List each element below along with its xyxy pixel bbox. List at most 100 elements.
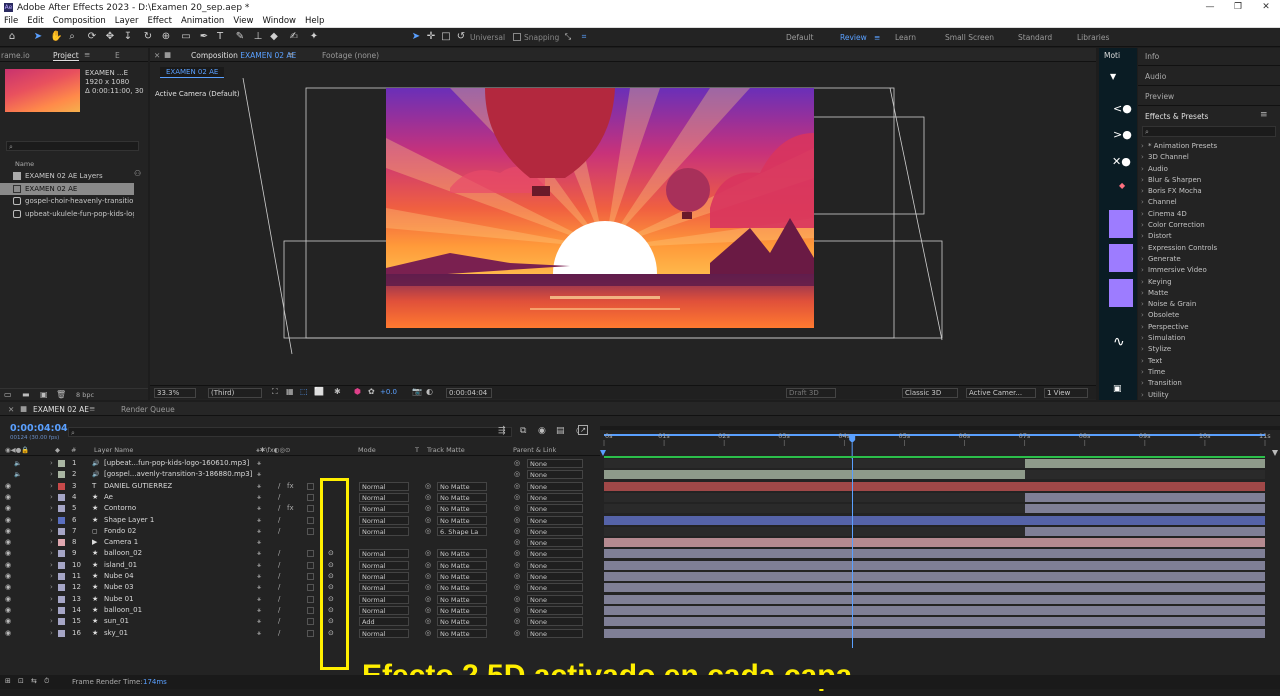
label-color-swatch[interactable] <box>58 471 65 479</box>
layer-row[interactable]: ◉ › 10 ★ island_01 ⚹ / ⊙ Normal ◎ No Matte ◎ None <box>0 560 600 571</box>
views-layout-dropdown[interactable]: 1 View <box>1044 388 1088 398</box>
shy-switch-icon[interactable]: ⚹ <box>257 628 261 639</box>
layer-duration-bar[interactable] <box>604 481 1265 491</box>
layer-row[interactable]: ◉ › 9 ★ balloon_02 ⚹ / ⊙ Normal ◎ No Matte ◎ None <box>0 548 600 559</box>
parent-dropdown[interactable]: None <box>527 504 583 514</box>
parent-pickwhip-icon[interactable]: ◎ <box>514 526 520 537</box>
shy-switch-icon[interactable]: ⚹ <box>257 571 261 582</box>
visibility-eye-icon[interactable]: ◉ <box>5 537 11 548</box>
label-color-swatch[interactable] <box>58 482 65 490</box>
playhead-handle[interactable] <box>849 436 856 443</box>
shy-switch-icon[interactable]: ⚹ <box>257 548 261 559</box>
label-color-swatch[interactable] <box>58 629 65 637</box>
roto-brush-tool-icon[interactable]: ✍ <box>288 31 300 43</box>
effect-category-item[interactable]: * Animation Presets <box>1138 141 1280 153</box>
layer-name-label[interactable]: Nube 01 <box>104 594 134 605</box>
track-matte-pickwhip-icon[interactable]: ◎ <box>425 492 431 503</box>
quality-switch-icon[interactable]: / <box>278 526 280 537</box>
composition-mini-flowchart-icon[interactable]: ⇶ <box>498 426 506 436</box>
workspace-standard[interactable]: Standard <box>1018 33 1052 42</box>
label-color-swatch[interactable] <box>58 595 65 603</box>
ease-out-icon[interactable]: >● <box>1113 128 1132 141</box>
adjustment-switch-box[interactable] <box>307 505 314 513</box>
parent-pickwhip-icon[interactable]: ◎ <box>514 481 520 492</box>
layer-name-label[interactable]: balloon_01 <box>104 605 142 616</box>
wave-curve-icon[interactable]: ∿ <box>1113 334 1125 350</box>
label-color-swatch[interactable] <box>58 539 65 547</box>
adjustment-switch-box[interactable] <box>307 527 314 535</box>
workspace-default[interactable]: Default <box>786 33 813 42</box>
color-management-icon[interactable]: ⬢ <box>354 387 361 396</box>
layer-name-label[interactable]: [upbeat...fun-pop-kids-logo-160610.mp3] <box>104 458 249 469</box>
layer-duration-bar[interactable] <box>604 549 1265 559</box>
region-of-interest-icon[interactable]: ⬜ <box>314 387 324 396</box>
rectangle-tool-icon[interactable]: ▭ <box>180 31 192 43</box>
track-matte-pickwhip-icon[interactable]: ◎ <box>425 481 431 492</box>
ease-both-icon[interactable]: ✕● <box>1112 155 1131 168</box>
parent-link-header[interactable]: Parent & Link <box>513 446 556 454</box>
layer-switches-toggle-icon[interactable]: ⊞ <box>5 677 11 685</box>
layer-duration-bar[interactable] <box>604 617 1265 627</box>
layer-row[interactable]: 🔈 › 2 🔊 [gospel...avenly-transition-3-186880… <box>0 469 600 480</box>
effect-category-item[interactable]: Boris FX Mocha <box>1138 186 1280 198</box>
shy-switch-icon[interactable]: ⚹ <box>257 515 261 526</box>
effect-category-item[interactable]: Cinema 4D <box>1138 209 1280 221</box>
interpret-footage-icon[interactable]: ▭ <box>4 390 12 399</box>
rotate-tool-icon[interactable]: ↻ <box>142 31 154 43</box>
snap-options-icon[interactable]: ⤡ <box>562 31 574 43</box>
frame-blending-icon[interactable]: ▤ <box>556 426 565 436</box>
label-color-swatch[interactable] <box>58 460 65 467</box>
adjustment-switch-box[interactable] <box>307 573 314 580</box>
modes-toggle-icon[interactable]: ⊡ <box>18 677 24 685</box>
blend-mode-dropdown[interactable]: Normal <box>359 628 409 638</box>
effect-category-item[interactable]: Keying <box>1138 277 1280 289</box>
menu-animation[interactable]: Animation <box>181 16 224 26</box>
tab-project[interactable]: Project <box>53 51 79 61</box>
layer-row[interactable]: ◉ › 6 ★ Shape Layer 1 ⚹ / Normal ◎ No Matte ◎ None <box>0 515 600 526</box>
minimize-button[interactable]: — <box>1196 0 1224 15</box>
layer-row[interactable]: ◉ › 8 ▶ Camera 1 ⚹ ◎ None <box>0 537 600 548</box>
tab-timeline-comp[interactable]: EXAMEN 02 AE <box>33 405 89 414</box>
brush-tool-icon[interactable]: ✎ <box>234 31 246 43</box>
viewer-timecode[interactable]: 0:00:04:04 <box>446 388 492 398</box>
quality-switch-icon[interactable]: / <box>278 628 280 639</box>
adjustment-switch-box[interactable] <box>307 606 314 614</box>
track-matte-pickwhip-icon[interactable]: ◎ <box>425 571 431 582</box>
parent-pickwhip-icon[interactable]: ◎ <box>514 503 520 514</box>
track-matte-pickwhip-icon[interactable]: ◎ <box>425 548 431 559</box>
effect-category-item[interactable]: Noise & Grain <box>1138 299 1280 311</box>
workspace-libraries[interactable]: Libraries <box>1077 33 1109 42</box>
label-color-swatch[interactable] <box>58 606 65 614</box>
layer-name-label[interactable]: Shape Layer 1 <box>104 515 154 526</box>
layer-row[interactable]: ◉ › 16 ★ sky_01 ⚹ / ⊙ Normal ◎ No Matte ◎ None <box>0 628 600 639</box>
layer-name-label[interactable]: Nube 04 <box>104 571 134 582</box>
shy-switch-icon[interactable]: ⚹ <box>257 469 261 480</box>
snapping-checkbox[interactable] <box>513 33 521 41</box>
expand-layer-icon[interactable]: › <box>50 537 53 548</box>
puppet-tool-icon[interactable]: ✦ <box>308 31 320 43</box>
new-folder-icon[interactable]: ▬ <box>22 390 30 399</box>
lock-icon[interactable]: ■ <box>20 404 27 413</box>
layer-duration-bar[interactable] <box>604 605 1265 615</box>
visibility-eye-icon[interactable]: ◉ <box>5 616 11 627</box>
effect-category-item[interactable]: Expression Controls <box>1138 243 1280 255</box>
effects-switch-icon[interactable]: fx <box>287 503 294 514</box>
tab-render-queue[interactable]: Render Queue <box>121 405 175 414</box>
tab-effects-controls[interactable]: E <box>115 51 120 60</box>
blend-mode-dropdown[interactable]: Normal <box>359 549 409 559</box>
shy-switch-icon[interactable]: ⚹ <box>257 560 261 571</box>
label-color-swatch[interactable] <box>58 550 65 558</box>
effect-category-item[interactable]: Obsolete <box>1138 310 1280 322</box>
track-matte-pickwhip-icon[interactable]: ◎ <box>425 515 431 526</box>
zoom-tool-icon[interactable]: ⌕ <box>66 31 78 43</box>
track-matte-dropdown[interactable]: No Matte <box>437 549 487 559</box>
blend-mode-dropdown[interactable]: Add <box>359 617 409 627</box>
draft-3d-icon[interactable]: ⧉ <box>520 426 526 436</box>
motion-preset-button[interactable] <box>1109 210 1133 238</box>
keyframe-icon[interactable]: ◆ <box>1119 181 1125 190</box>
quality-switch-icon[interactable]: / <box>278 548 280 559</box>
effect-category-item[interactable]: Transition <box>1138 378 1280 390</box>
parent-pickwhip-icon[interactable]: ◎ <box>514 469 520 480</box>
work-area-start-marker[interactable] <box>600 450 606 456</box>
expand-layer-icon[interactable]: › <box>50 503 53 514</box>
